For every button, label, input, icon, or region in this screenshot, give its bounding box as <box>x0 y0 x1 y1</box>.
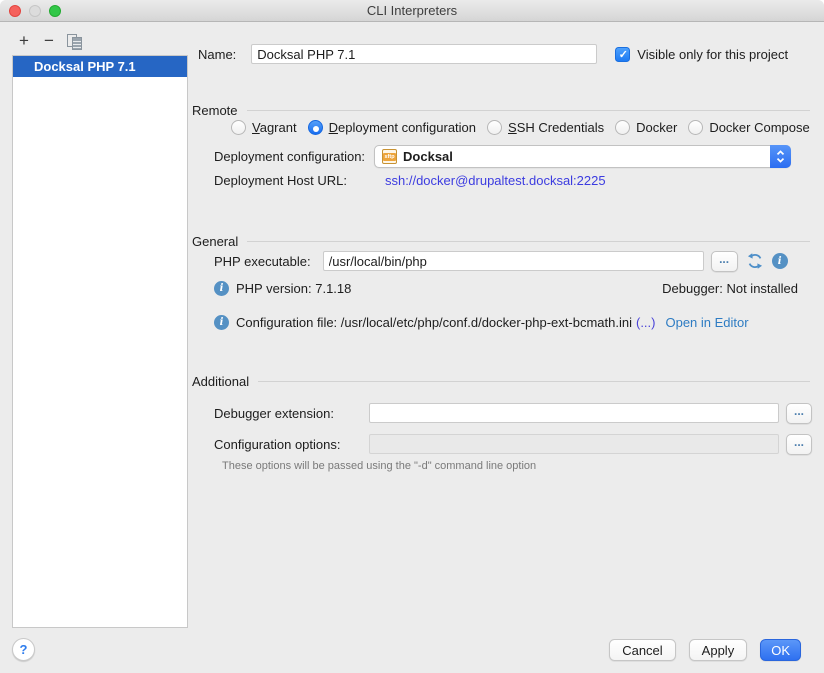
radio-circle-icon <box>308 120 323 135</box>
minimize-icon <box>29 5 41 17</box>
close-icon[interactable] <box>9 5 21 17</box>
php-executable-row: PHP executable: ... i <box>214 250 788 272</box>
radio-deployment-configuration[interactable]: Deployment configuration <box>308 120 476 135</box>
php-version-text: PHP version: 7.1.18 <box>236 281 351 296</box>
visible-only-label: Visible only for this project <box>637 47 788 62</box>
configuration-file-more-link[interactable]: (...) <box>636 315 656 330</box>
radio-ssh-credentials[interactable]: SSH Credentials <box>487 120 604 135</box>
deployment-configuration-select[interactable]: sftp Docksal <box>374 145 791 168</box>
interpreter-list: Docksal PHP 7.1 <box>12 55 188 628</box>
remote-type-radio-group: Vagrant Deployment configuration SSH Cre… <box>231 119 824 136</box>
php-executable-label: PHP executable: <box>214 254 311 269</box>
additional-header-label: Additional <box>192 374 249 389</box>
radio-label: Docker Compose <box>709 120 809 135</box>
options-note-text: These options will be passed using the "… <box>222 460 536 472</box>
configuration-options-input[interactable] <box>369 434 779 454</box>
configuration-file-text: Configuration file: /usr/local/etc/php/c… <box>236 315 632 330</box>
browse-debugger-extension-button[interactable]: ... <box>786 403 812 424</box>
info-icon: i <box>214 281 229 296</box>
general-section-header: General <box>192 233 810 249</box>
radio-label: Vagrant <box>252 120 297 135</box>
debugger-extension-input[interactable] <box>369 403 779 423</box>
cli-interpreters-dialog: CLI Interpreters + − Docksal PHP 7.1 Nam… <box>0 0 824 673</box>
php-executable-input[interactable] <box>323 251 704 271</box>
configuration-options-row: Configuration options: ... <box>214 433 340 455</box>
zoom-icon[interactable] <box>49 5 61 17</box>
debugger-status-text: Debugger: Not installed <box>662 281 798 296</box>
browse-php-executable-button[interactable]: ... <box>711 251 738 272</box>
remote-header-label: Remote <box>192 103 238 118</box>
open-in-editor-link[interactable]: Open in Editor <box>665 315 748 330</box>
titlebar: CLI Interpreters <box>0 0 824 22</box>
radio-circle-icon <box>231 120 246 135</box>
apply-button[interactable]: Apply <box>689 639 748 661</box>
list-item-label: Docksal PHP 7.1 <box>34 59 136 74</box>
name-label: Name: <box>198 47 236 62</box>
remote-section-header: Remote <box>192 102 810 118</box>
radio-circle-icon <box>688 120 703 135</box>
debugger-extension-row: Debugger extension: ... <box>214 402 334 424</box>
name-input[interactable] <box>251 44 597 64</box>
interpreter-list-toolbar: + − <box>17 31 81 51</box>
footer-buttons: Cancel Apply OK <box>609 639 801 661</box>
section-divider <box>247 241 810 242</box>
info-icon: i <box>214 315 229 330</box>
browse-configuration-options-button[interactable]: ... <box>786 434 812 455</box>
section-divider <box>247 110 810 111</box>
combo-stepper-icon[interactable] <box>770 145 791 168</box>
radio-label: Deployment configuration <box>329 120 476 135</box>
ok-button[interactable]: OK <box>760 639 801 661</box>
configuration-options-label: Configuration options: <box>214 437 340 452</box>
traffic-lights <box>9 5 61 17</box>
dialog-footer: ? Cancel Apply OK <box>0 630 824 673</box>
remove-interpreter-icon[interactable]: − <box>42 33 56 49</box>
general-header-label: General <box>192 234 238 249</box>
radio-docker-compose[interactable]: Docker Compose <box>688 120 809 135</box>
name-row: Name: Visible only for this project <box>198 43 788 65</box>
radio-label: SSH Credentials <box>508 120 604 135</box>
deployment-configuration-value: Docksal <box>403 149 453 164</box>
list-item-docksal-php[interactable]: Docksal PHP 7.1 <box>13 56 187 77</box>
help-button[interactable]: ? <box>12 638 35 661</box>
interpreter-settings-panel: Name: Visible only for this project Remo… <box>189 22 824 630</box>
visible-only-checkbox[interactable] <box>615 47 630 62</box>
radio-docker[interactable]: Docker <box>615 120 677 135</box>
cancel-button[interactable]: Cancel <box>609 639 675 661</box>
radio-vagrant[interactable]: Vagrant <box>231 120 297 135</box>
deployment-host-url-row: Deployment Host URL: ssh://docker@drupal… <box>214 172 347 189</box>
radio-circle-icon <box>615 120 630 135</box>
window-title: CLI Interpreters <box>367 3 457 18</box>
show-phpinfo-icon[interactable]: i <box>772 253 788 269</box>
reload-phpinfo-icon[interactable] <box>747 253 763 269</box>
debugger-extension-label: Debugger extension: <box>214 406 334 421</box>
php-version-row: i PHP version: 7.1.18 Debugger: Not inst… <box>214 280 798 296</box>
additional-section-header: Additional <box>192 373 810 389</box>
configuration-file-row: i Configuration file: /usr/local/etc/php… <box>214 314 749 330</box>
deployment-configuration-row: Deployment configuration: sftp Docksal <box>214 145 791 168</box>
deployment-host-url-label: Deployment Host URL: <box>214 173 347 188</box>
deployment-configuration-label: Deployment configuration: <box>214 149 365 164</box>
duplicate-interpreter-icon[interactable] <box>67 34 81 49</box>
add-interpreter-icon[interactable]: + <box>17 33 31 49</box>
radio-circle-icon <box>487 120 502 135</box>
sftp-server-icon: sftp <box>382 149 397 164</box>
help-icon: ? <box>20 642 28 657</box>
radio-label: Docker <box>636 120 677 135</box>
deployment-host-url-value: ssh://docker@drupaltest.docksal:2225 <box>385 173 606 188</box>
section-divider <box>258 381 810 382</box>
